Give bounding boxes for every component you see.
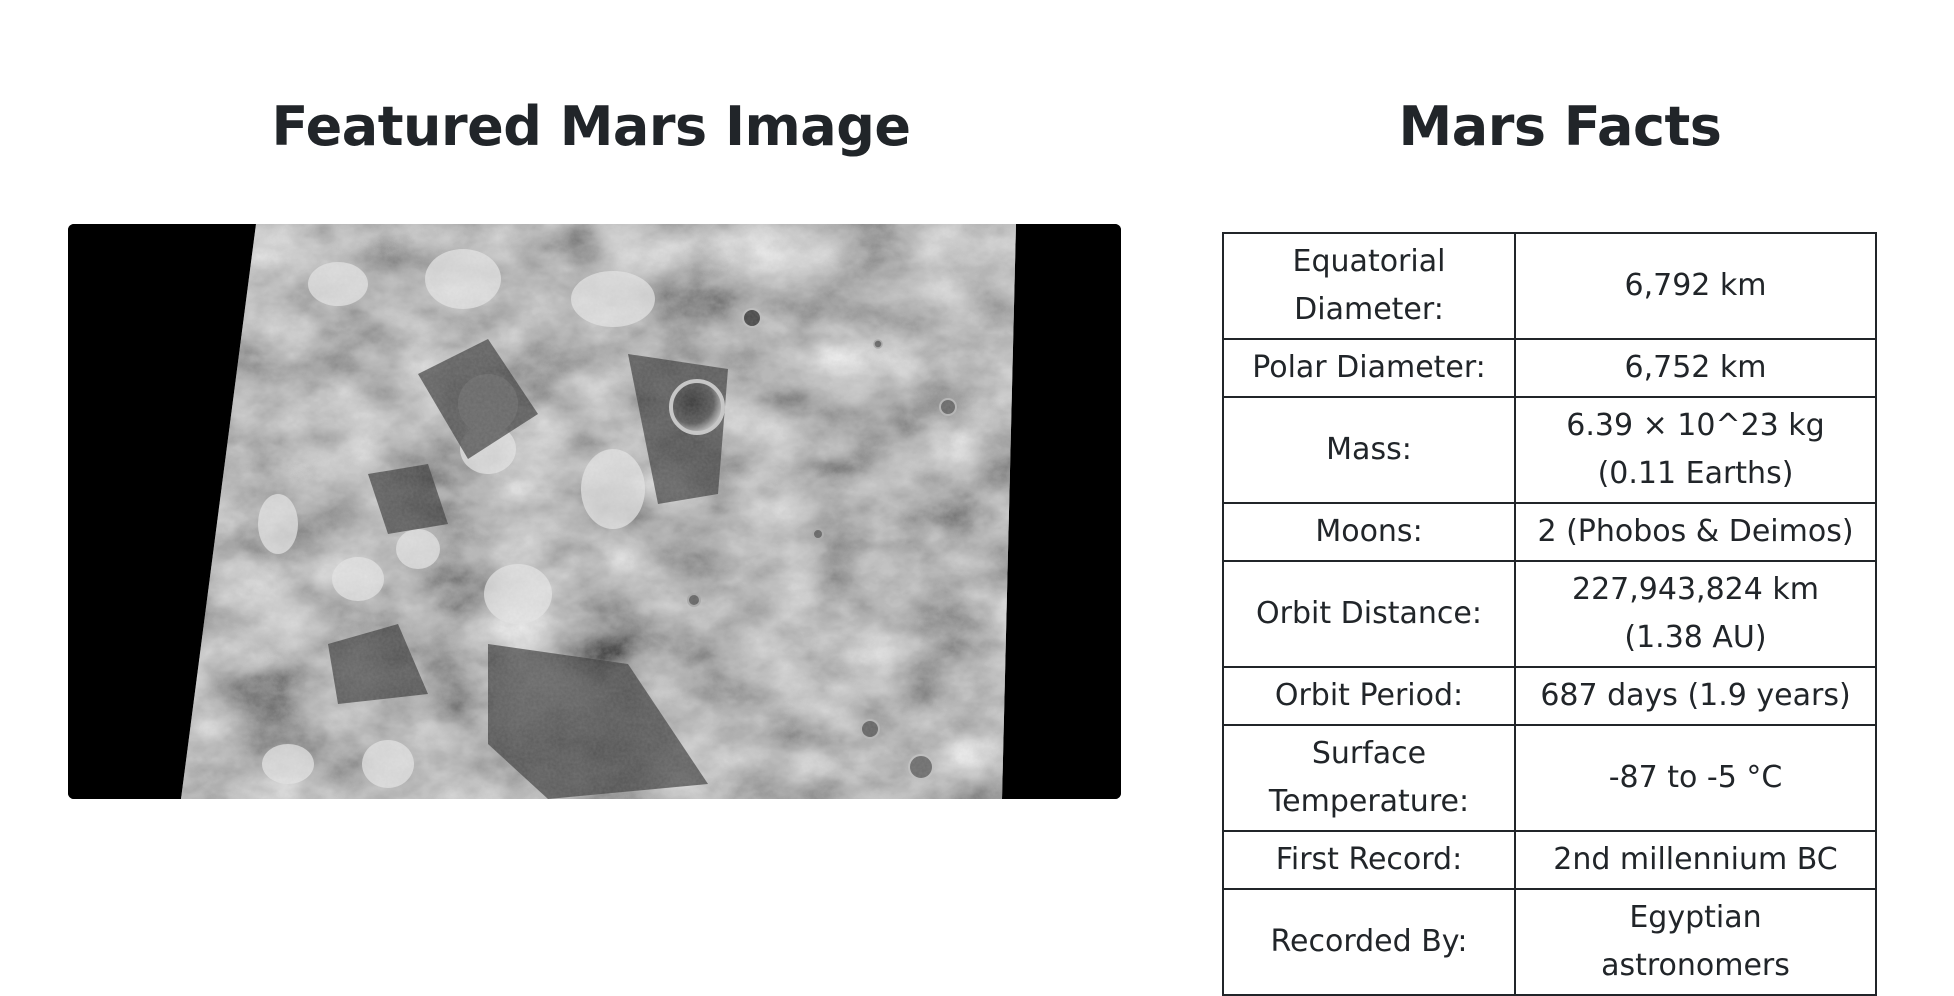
facts-row: Orbit Distance: 227,943,824 km (1.38 AU) xyxy=(1222,560,1877,668)
fact-value: 2nd millennium BC xyxy=(1514,830,1877,890)
featured-mars-image[interactable] xyxy=(68,224,1121,799)
fact-value: 6.39 × 10^23 kg (0.11 Earths) xyxy=(1514,396,1877,504)
fact-label: First Record: xyxy=(1222,830,1516,890)
fact-label: Surface Temperature: xyxy=(1222,724,1516,832)
featured-image-heading: Featured Mars Image xyxy=(271,95,911,158)
fact-label: Orbit Period: xyxy=(1222,666,1516,726)
facts-row: Polar Diameter: 6,752 km xyxy=(1222,338,1877,398)
facts-row: Mass: 6.39 × 10^23 kg (0.11 Earths) xyxy=(1222,396,1877,504)
mars-facts-heading: Mars Facts xyxy=(1398,95,1722,158)
facts-row: Equatorial Diameter: 6,792 km xyxy=(1222,232,1877,340)
facts-row: Surface Temperature: -87 to -5 °C xyxy=(1222,724,1877,832)
mars-surface-image xyxy=(68,224,1121,799)
fact-label: Equatorial Diameter: xyxy=(1222,232,1516,340)
facts-row: Orbit Period: 687 days (1.9 years) xyxy=(1222,666,1877,726)
facts-row: Moons: 2 (Phobos & Deimos) xyxy=(1222,502,1877,562)
mars-facts-table: Equatorial Diameter: 6,792 km Polar Diamet… xyxy=(1222,232,1877,996)
fact-label: Polar Diameter: xyxy=(1222,338,1516,398)
fact-label: Moons: xyxy=(1222,502,1516,562)
fact-value: 687 days (1.9 years) xyxy=(1514,666,1877,726)
fact-value: 6,752 km xyxy=(1514,338,1877,398)
fact-value: 227,943,824 km (1.38 AU) xyxy=(1514,560,1877,668)
fact-value: 6,792 km xyxy=(1514,232,1877,340)
fact-label: Recorded By: xyxy=(1222,888,1516,996)
facts-row: First Record: 2nd millennium BC xyxy=(1222,830,1877,890)
fact-label: Orbit Distance: xyxy=(1222,560,1516,668)
facts-row: Recorded By: Egyptian astronomers xyxy=(1222,888,1877,996)
fact-label: Mass: xyxy=(1222,396,1516,504)
fact-value: -87 to -5 °C xyxy=(1514,724,1877,832)
fact-value: Egyptian astronomers xyxy=(1514,888,1877,996)
fact-value: 2 (Phobos & Deimos) xyxy=(1514,502,1877,562)
